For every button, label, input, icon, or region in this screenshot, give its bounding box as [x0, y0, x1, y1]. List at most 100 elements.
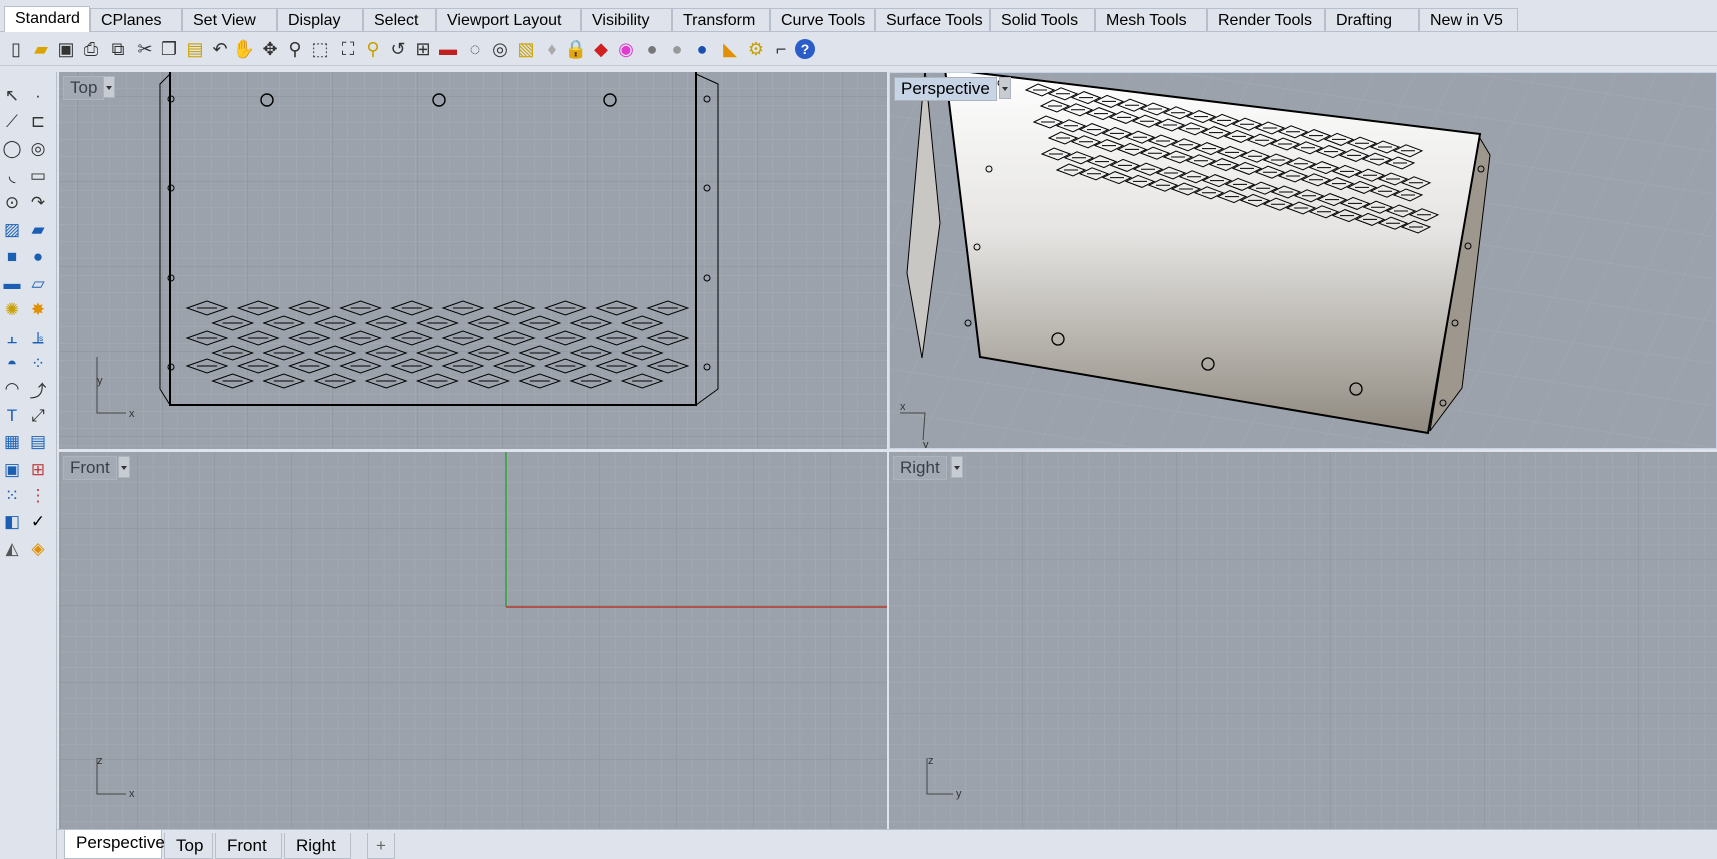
tab-visibility[interactable]: Visibility	[581, 8, 672, 31]
cut-icon[interactable]: ✂	[133, 37, 157, 61]
dimension-icon[interactable]: ⤢	[26, 404, 50, 428]
point-icon[interactable]: ·	[26, 84, 50, 108]
zoom-selected-icon[interactable]: ⚲	[361, 37, 385, 61]
pointer-options-icon[interactable]: ◣	[718, 37, 742, 61]
viewport-menu-dropdown-top[interactable]	[103, 76, 115, 98]
zoom-window-icon[interactable]: ⬚	[308, 37, 332, 61]
lock-icon[interactable]: 🔒	[564, 37, 588, 61]
viewport-menu-dropdown-perspective[interactable]	[999, 77, 1011, 99]
text-icon[interactable]: T	[0, 404, 24, 428]
array-icon[interactable]: ⁘	[26, 352, 50, 376]
gear-icon[interactable]: ⚙	[744, 37, 768, 61]
tab-render-tools[interactable]: Render Tools	[1207, 8, 1325, 31]
show-objects-icon[interactable]: ◎	[488, 37, 512, 61]
split-icon[interactable]: ⫠	[0, 326, 24, 350]
edit-tools-icon[interactable]: ▤	[26, 430, 50, 454]
surface-from-points-icon[interactable]: ▨	[0, 218, 24, 242]
viewport-perspective[interactable]: x y Perspective	[889, 72, 1717, 449]
rectangle-icon[interactable]: ▭	[26, 164, 50, 188]
new-file-icon[interactable]: ▯	[4, 37, 28, 61]
tab-drafting[interactable]: Drafting	[1325, 8, 1419, 31]
import-icon[interactable]: ⧉	[106, 37, 130, 61]
tab-display[interactable]: Display	[277, 8, 363, 31]
viewport-menu-dropdown-right[interactable]	[951, 456, 963, 478]
viewport-title-top[interactable]: Top	[63, 76, 105, 100]
fillet-icon[interactable]: ◠	[0, 377, 24, 401]
mesh-plane-icon[interactable]: ▱	[26, 272, 50, 296]
box-solid-icon[interactable]: ■	[0, 245, 24, 269]
circle-icon[interactable]: ◯	[0, 137, 24, 161]
help-icon[interactable]: ?	[795, 39, 815, 59]
hide-objects-icon[interactable]: ◌	[463, 37, 487, 61]
tab-standard[interactable]: Standard	[4, 6, 90, 32]
sphere-blue-icon[interactable]: ●	[690, 37, 714, 61]
grasshopper-icon[interactable]: ⌐	[769, 37, 793, 61]
undo-view-icon[interactable]: ↺	[386, 37, 410, 61]
paint-bucket-icon[interactable]: ◈	[26, 537, 50, 561]
viewport-title-front[interactable]: Front	[63, 456, 117, 480]
pan-hand-icon[interactable]: ✋	[232, 37, 256, 61]
lamp-icon[interactable]: ◧	[0, 510, 24, 534]
viewport-tab-top[interactable]: Top	[164, 833, 213, 859]
cylinder-icon[interactable]: ▬	[0, 272, 24, 296]
viewport-tab-perspective[interactable]: Perspective	[64, 830, 165, 859]
viewport-title-perspective[interactable]: Perspective	[894, 77, 997, 101]
tab-surface-tools[interactable]: Surface Tools	[875, 8, 990, 31]
sphere-shaded-icon[interactable]: ●	[640, 37, 664, 61]
gear-tools-icon[interactable]: ✺	[0, 298, 24, 322]
tab-curve-tools[interactable]: Curve Tools	[770, 8, 875, 31]
analyze-icon[interactable]: ⊞	[26, 458, 50, 482]
trim-icon[interactable]: ⫡	[26, 326, 50, 350]
light-bulb-icon[interactable]: ♦	[540, 37, 564, 61]
car-render-icon[interactable]: ▬	[436, 37, 460, 61]
viewport-right[interactable]: z y Right	[889, 452, 1717, 829]
viewport-menu-dropdown-front[interactable]	[118, 456, 130, 478]
zoom-icon[interactable]: ⚲	[283, 37, 307, 61]
array-grid-icon[interactable]: ⁙	[0, 484, 24, 508]
curve-control-points-icon[interactable]: ⊏	[26, 110, 50, 134]
tab-select[interactable]: Select	[363, 8, 436, 31]
undo-icon[interactable]: ↶	[208, 37, 232, 61]
solid-box-icon[interactable]: ▣	[0, 458, 24, 482]
sphere-rendered-icon[interactable]: ●	[665, 37, 689, 61]
save-icon[interactable]: ▣	[54, 37, 78, 61]
circle-tools-icon[interactable]: ⊙	[0, 191, 24, 215]
tab-cplanes[interactable]: CPlanes	[90, 8, 182, 31]
object-properties-icon[interactable]: ▧	[514, 37, 538, 61]
viewport-top[interactable]: y x Top	[59, 72, 887, 449]
arc-icon[interactable]: ◟	[0, 164, 24, 188]
blend-icon[interactable]: ⤴	[26, 377, 50, 401]
open-folder-icon[interactable]: ▰	[29, 37, 53, 61]
add-viewport-tab-button[interactable]: +	[367, 833, 395, 859]
viewport-front[interactable]: z x Front	[59, 452, 887, 829]
sphere-solid-icon[interactable]: ●	[26, 245, 50, 269]
polyline-icon[interactable]: ⟋	[0, 110, 24, 134]
fillet-curve-icon[interactable]: ↷	[26, 191, 50, 215]
paste-icon[interactable]: ▤	[183, 37, 207, 61]
color-wheel-icon[interactable]: ◉	[614, 37, 638, 61]
rotate-view-icon[interactable]: ✥	[258, 37, 282, 61]
boolean-icon[interactable]: ◓	[0, 352, 24, 376]
check-icon[interactable]: ✓	[26, 510, 50, 534]
viewport-tab-front[interactable]: Front	[215, 833, 282, 859]
tab-transform[interactable]: Transform	[672, 8, 770, 31]
select-icon[interactable]: ↖	[0, 84, 24, 108]
align-icon[interactable]: ⋮	[26, 484, 50, 508]
grid-array-icon[interactable]: ▦	[0, 430, 24, 454]
zoom-extents-icon[interactable]: ⛶	[336, 37, 360, 61]
viewport-tab-right[interactable]: Right	[284, 833, 351, 859]
tab-set-view[interactable]: Set View	[182, 8, 277, 31]
ellipse-icon[interactable]: ◎	[26, 137, 50, 161]
viewport-title-right[interactable]: Right	[893, 456, 947, 480]
tab-mesh-tools[interactable]: Mesh Tools	[1095, 8, 1207, 31]
layer-icon[interactable]: ◆	[589, 37, 613, 61]
print-icon[interactable]: ⎙	[79, 37, 103, 61]
tab-viewport-layout[interactable]: Viewport Layout	[436, 8, 581, 31]
explode-icon[interactable]: ✸	[26, 298, 50, 322]
render-shape-icon[interactable]: ◭	[0, 537, 24, 561]
tab-solid-tools[interactable]: Solid Tools	[990, 8, 1095, 31]
copy-icon[interactable]: ❐	[157, 37, 181, 61]
extrude-surface-icon[interactable]: ▰	[26, 218, 50, 242]
four-viewports-icon[interactable]: ⊞	[411, 37, 435, 61]
tab-new-in-v5[interactable]: New in V5	[1419, 8, 1518, 31]
